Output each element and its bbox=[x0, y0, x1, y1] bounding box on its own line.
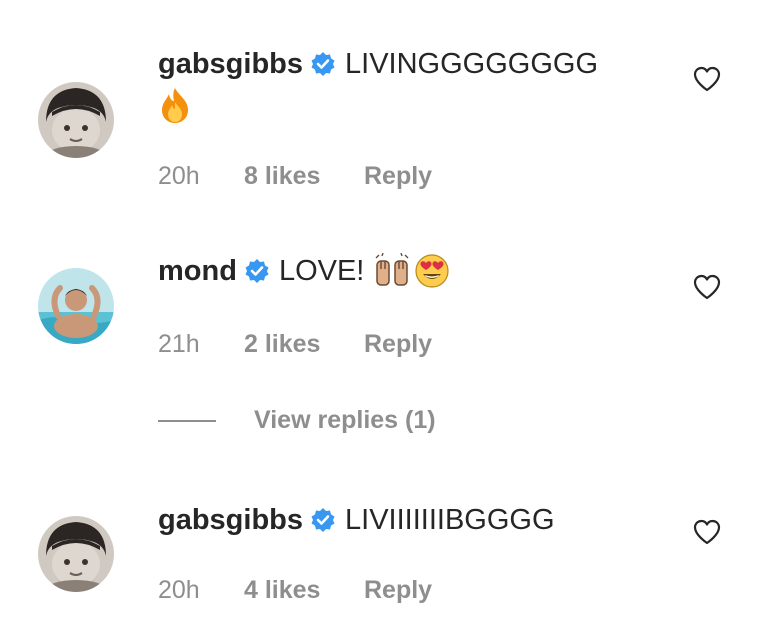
avatar[interactable] bbox=[38, 268, 114, 344]
likes-count[interactable]: 8 likes bbox=[244, 162, 364, 191]
comment-text: LIVINGGGGGGGG bbox=[345, 48, 599, 80]
likes-count[interactable]: 2 likes bbox=[244, 330, 364, 359]
username[interactable]: gabsgibbs bbox=[158, 46, 303, 82]
view-replies-divider bbox=[158, 419, 216, 422]
avatar-image-gabsgibbs bbox=[38, 82, 114, 158]
raised-hands-emoji bbox=[374, 253, 410, 289]
username[interactable]: gabsgibbs bbox=[158, 502, 303, 538]
heart-eyes-emoji bbox=[414, 253, 450, 289]
likes-count[interactable]: 4 likes bbox=[244, 576, 364, 605]
timestamp[interactable]: 20h bbox=[158, 576, 244, 605]
username[interactable]: mond bbox=[158, 253, 237, 289]
verified-badge-icon bbox=[310, 51, 336, 77]
comment-line: gabsgibbs LIVIIIIIIIBGGGG bbox=[158, 502, 555, 538]
fire-emoji bbox=[158, 86, 192, 129]
avatar-image-mond bbox=[38, 268, 114, 344]
like-heart-icon[interactable] bbox=[692, 64, 722, 94]
like-heart-icon[interactable] bbox=[692, 272, 722, 302]
verified-badge-icon bbox=[244, 258, 270, 284]
comment-meta: 20h 4 likes Reply bbox=[158, 576, 432, 605]
verified-badge-icon bbox=[310, 507, 336, 533]
comment-text: LOVE! bbox=[278, 255, 365, 287]
comment-line: gabsgibbs LIVINGGGGGGGG bbox=[158, 46, 598, 82]
comment-text: LIVIIIIIIIBGGGG bbox=[345, 504, 555, 536]
view-replies-button[interactable]: View replies (1) bbox=[158, 406, 436, 435]
comment-meta: 20h 8 likes Reply bbox=[158, 162, 432, 191]
like-heart-icon[interactable] bbox=[692, 517, 722, 547]
timestamp[interactable]: 20h bbox=[158, 162, 244, 191]
timestamp[interactable]: 21h bbox=[158, 330, 244, 359]
comment-line: mond LOVE! bbox=[158, 253, 450, 289]
avatar-image-gabsgibbs bbox=[38, 516, 114, 592]
reply-button[interactable]: Reply bbox=[364, 162, 432, 191]
avatar[interactable] bbox=[38, 516, 114, 592]
comment-meta: 21h 2 likes Reply bbox=[158, 330, 432, 359]
avatar[interactable] bbox=[38, 82, 114, 158]
view-replies-label: View replies (1) bbox=[254, 406, 436, 434]
reply-button[interactable]: Reply bbox=[364, 330, 432, 359]
reply-button[interactable]: Reply bbox=[364, 576, 432, 605]
